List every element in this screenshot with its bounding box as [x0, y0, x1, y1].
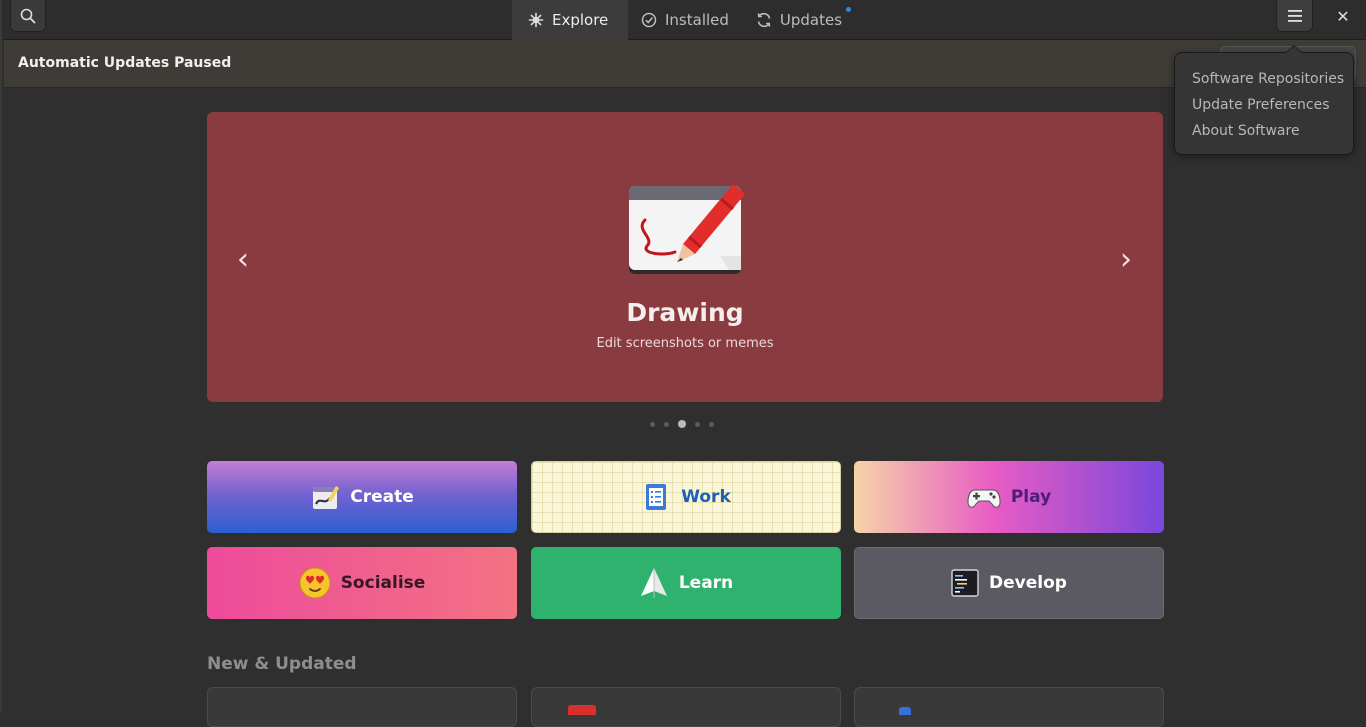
main-menu-button[interactable] — [1276, 0, 1313, 32]
close-button[interactable]: ✕ — [1328, 0, 1358, 32]
paper-plane-icon — [640, 568, 667, 598]
tab-installed[interactable]: Installed — [628, 0, 743, 40]
category-create-label: Create — [350, 487, 414, 507]
menu-item-update-preferences[interactable]: Update Preferences — [1175, 94, 1353, 120]
chevron-right-icon: › — [1120, 242, 1132, 277]
carousel-dot[interactable] — [650, 421, 655, 427]
category-work[interactable]: Work — [531, 461, 841, 533]
infobar-message: Automatic Updates Paused — [18, 55, 232, 71]
tab-updates-label: Updates — [779, 11, 843, 29]
main-menu-popover: Software Repositories Update Preferences… — [1174, 52, 1354, 155]
app-icon — [568, 705, 596, 715]
category-play[interactable]: Play — [854, 461, 1164, 533]
updates-paused-infobar: Automatic Updates Paused — [4, 40, 1366, 88]
category-learn[interactable]: Learn — [531, 547, 841, 619]
menu-item-about-software[interactable]: About Software — [1175, 120, 1353, 146]
category-develop-label: Develop — [989, 573, 1067, 593]
popover-arrow — [1286, 46, 1302, 53]
new-updated-heading: New & Updated — [207, 654, 357, 674]
updates-badge — [846, 7, 852, 12]
category-work-label: Work — [681, 487, 731, 507]
search-icon — [20, 8, 36, 23]
menu-item-software-repositories[interactable]: Software Repositories — [1175, 68, 1353, 94]
tab-explore[interactable]: Explore — [512, 0, 628, 40]
app-tile[interactable] — [207, 687, 517, 727]
hamburger-menu-icon — [1287, 9, 1302, 22]
gamepad-icon — [967, 489, 1001, 508]
category-play-label: Play — [1010, 487, 1052, 507]
installed-icon — [641, 12, 657, 28]
carousel-dot[interactable] — [709, 421, 714, 427]
category-create[interactable]: Create — [207, 461, 517, 533]
create-icon — [313, 486, 340, 509]
category-learn-label: Learn — [678, 573, 734, 593]
tab-installed-label: Installed — [665, 11, 729, 29]
category-socialise-label: Socialise — [340, 573, 426, 593]
carousel-next-button[interactable]: › — [1111, 242, 1141, 277]
work-icon — [646, 484, 667, 510]
featured-carousel[interactable]: ‹ › Drawing Edit screenshots or memes — [207, 112, 1163, 402]
carousel-dot[interactable] — [695, 421, 700, 427]
featured-app-summary: Edit screenshots or memes — [596, 336, 774, 351]
view-switcher: Explore Installed Updates — [512, 0, 860, 40]
category-develop[interactable]: Develop — [854, 547, 1164, 619]
app-tile[interactable] — [531, 687, 841, 727]
app-tile[interactable] — [854, 687, 1164, 727]
carousel-indicator — [650, 420, 714, 428]
category-socialise[interactable]: Socialise — [207, 547, 517, 619]
carousel-prev-button[interactable]: ‹ — [228, 242, 258, 277]
tab-updates[interactable]: Updates — [743, 0, 860, 40]
smiley-icon — [299, 567, 331, 599]
close-icon: ✕ — [1336, 6, 1350, 26]
chevron-left-icon: ‹ — [237, 242, 249, 277]
search-button[interactable] — [10, 0, 46, 32]
drawing-app-icon — [629, 184, 745, 274]
header-bar: Explore Installed Updates ✕ — [2, 0, 1366, 40]
terminal-icon — [951, 569, 979, 597]
carousel-dot-active[interactable] — [678, 420, 686, 428]
featured-app-title: Drawing — [626, 298, 744, 327]
app-icon — [899, 707, 911, 715]
tab-explore-label: Explore — [552, 11, 609, 29]
carousel-dot[interactable] — [664, 421, 669, 427]
software-window: Explore Installed Updates ✕ Automatic Up… — [0, 0, 1366, 727]
explore-icon — [528, 12, 544, 28]
updates-icon — [757, 12, 771, 28]
